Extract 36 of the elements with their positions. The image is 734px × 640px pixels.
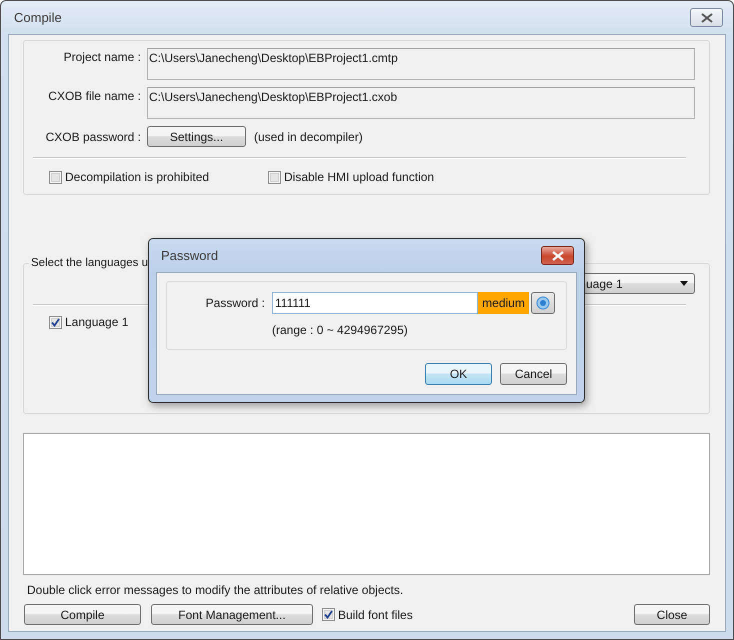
checkbox-label: Decompilation is prohibited bbox=[65, 170, 210, 184]
field-label: Password : bbox=[204, 296, 266, 310]
checkbox-label: Disable HMI upload function bbox=[284, 170, 434, 184]
hint-text: Double click error messages to modify the attributes of relative objects. bbox=[26, 583, 404, 597]
font-management-button[interactable]: Font Management... bbox=[151, 604, 313, 625]
note-text: (used in decompiler) bbox=[254, 130, 363, 144]
field-label: Project name : bbox=[62, 49, 142, 64]
dialog-button[interactable]: OK bbox=[425, 363, 492, 385]
eye-icon bbox=[536, 296, 550, 310]
window-title: Compile bbox=[14, 10, 62, 25]
dialog-button[interactable]: Cancel bbox=[500, 363, 567, 385]
close-button[interactable]: Close bbox=[634, 604, 710, 625]
range-text: (range : 0 ~ 4294967295) bbox=[272, 323, 409, 337]
settings-button[interactable]: Settings... bbox=[147, 126, 246, 147]
close-button[interactable] bbox=[541, 246, 574, 265]
compile-button[interactable]: Compile bbox=[24, 604, 141, 625]
caret-icon bbox=[680, 281, 688, 286]
show-password-button[interactable] bbox=[531, 292, 555, 314]
language-dropdown[interactable]: uage 1 bbox=[585, 273, 695, 294]
close-icon bbox=[552, 250, 564, 260]
checkbox-label: Build font files bbox=[338, 608, 413, 622]
checkbox[interactable] bbox=[49, 316, 62, 328]
checkbox-label: Language 1 bbox=[65, 315, 128, 329]
field-label: CXOB password : bbox=[44, 130, 142, 144]
close-button[interactable] bbox=[690, 8, 723, 27]
checkbox[interactable] bbox=[268, 170, 281, 184]
group-title: Select the languages u bbox=[30, 257, 150, 269]
dialog-title: Password bbox=[161, 248, 218, 263]
checkbox[interactable] bbox=[49, 170, 62, 184]
path-field[interactable]: C:\Users\Janecheng\Desktop\EBProject1.cmtp bbox=[147, 48, 695, 80]
password-field[interactable]: 111111 bbox=[272, 292, 478, 314]
path-field[interactable]: C:\Users\Janecheng\Desktop\EBProject1.cxob bbox=[147, 87, 695, 119]
strength-badge: medium bbox=[478, 292, 529, 314]
close-icon bbox=[700, 12, 712, 22]
checkbox[interactable] bbox=[322, 608, 335, 621]
field-label: CXOB file name : bbox=[47, 88, 142, 103]
